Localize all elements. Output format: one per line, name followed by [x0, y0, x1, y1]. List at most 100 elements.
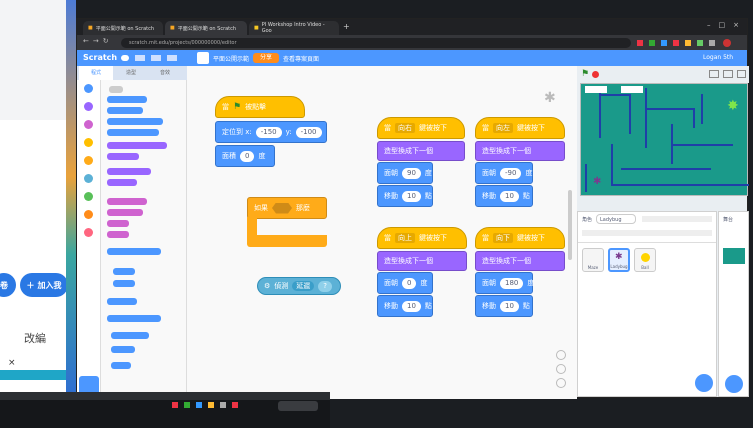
sprite-visibility-size[interactable] [582, 230, 712, 236]
palette-block[interactable] [113, 268, 135, 275]
sprite-thumb-ladybug[interactable]: ✱ Ladybug [608, 248, 630, 272]
steps-input[interactable]: 10 [500, 300, 519, 312]
nav-arrows-icon[interactable]: ←→↻ [83, 37, 113, 45]
green-flag-icon[interactable]: ⚑ [581, 69, 589, 79]
ladybug-sprite[interactable]: ✱ [593, 176, 601, 187]
when-flag-clicked-block[interactable]: 當 ⚑ 被點擊 [215, 96, 305, 118]
sprite-thumb-ball[interactable]: Ball [634, 248, 656, 272]
taskbar-app-icon[interactable] [172, 402, 178, 408]
sprite-coordinates[interactable] [642, 216, 712, 222]
extension-icon[interactable] [685, 40, 691, 46]
palette-block[interactable] [107, 248, 161, 255]
fullscreen-icon[interactable] [737, 70, 746, 78]
taskbar-app-icon[interactable] [232, 402, 238, 408]
zoom-reset-icon[interactable] [556, 378, 566, 388]
tab-sounds[interactable]: 音效 [149, 66, 181, 80]
see-project-page-link[interactable]: 查看專案頁面 [283, 54, 319, 63]
direction-input[interactable]: 0 [240, 150, 255, 162]
add-backdrop-button[interactable] [725, 375, 743, 393]
file-menu[interactable] [135, 55, 145, 61]
when-down-key-block[interactable]: 當向下 鍵被按下 [475, 227, 565, 249]
condition-slot[interactable] [272, 202, 292, 214]
point-direction-block[interactable]: 面朝 90 度 [377, 162, 433, 184]
point-direction-block[interactable]: 面積 0 度 [215, 145, 275, 167]
category-sound[interactable] [84, 120, 93, 129]
large-stage-icon[interactable] [723, 70, 733, 78]
palette-block[interactable] [107, 153, 139, 160]
browser-tab-2[interactable]: ■ 平面公開示範 on Scratch [165, 21, 247, 35]
category-my-blocks[interactable] [84, 228, 93, 237]
point-direction-block[interactable]: 面朝 0 度 [377, 272, 433, 294]
stage[interactable]: ✸ ✱ [580, 83, 749, 196]
next-costume-block[interactable]: 造型換成下一個 [475, 251, 565, 271]
when-up-key-block[interactable]: 當向上 鍵被按下 [377, 227, 467, 249]
steps-input[interactable]: 10 [402, 300, 421, 312]
extension-icon[interactable] [697, 40, 703, 46]
direction-input[interactable]: -90 [500, 167, 522, 179]
category-operators[interactable] [84, 192, 93, 201]
palette-block[interactable] [111, 362, 131, 369]
add-sprite-button[interactable] [695, 374, 713, 392]
category-looks[interactable] [84, 102, 93, 111]
next-costume-block[interactable]: 造型換成下一個 [377, 251, 467, 271]
palette-block[interactable] [107, 96, 147, 103]
x-input[interactable]: -150 [255, 126, 282, 138]
taskbar-app-icon[interactable] [184, 402, 190, 408]
browser-tab-3[interactable]: ■ PI Workshop Intro Video - Goo [249, 21, 339, 35]
y-input[interactable]: -100 [295, 126, 322, 138]
when-right-key-block[interactable]: 當向右 鍵被按下 [377, 117, 465, 139]
direction-input[interactable]: 180 [500, 277, 524, 289]
globe-icon[interactable] [121, 55, 129, 61]
key-dropdown[interactable]: 向上 [395, 233, 415, 243]
category-control[interactable] [84, 156, 93, 165]
key-dropdown[interactable]: 向左 [493, 123, 513, 133]
palette-block[interactable] [107, 168, 151, 175]
profile-avatar[interactable] [723, 39, 731, 47]
palette-block[interactable] [107, 179, 137, 186]
direction-input[interactable]: 0 [402, 277, 417, 289]
palette-block[interactable] [107, 231, 129, 238]
category-motion[interactable] [84, 84, 93, 93]
backdrop-thumbnail[interactable] [723, 248, 745, 264]
zoom-out-icon[interactable] [556, 364, 566, 374]
taskbar-icons[interactable] [172, 402, 272, 410]
user-menu[interactable]: Logan 5th [703, 53, 743, 63]
extension-icon[interactable] [649, 40, 655, 46]
point-direction-block[interactable]: 面朝 180 度 [475, 272, 534, 294]
category-events[interactable] [84, 138, 93, 147]
zoom-in-icon[interactable] [556, 350, 566, 360]
project-title[interactable]: 平面公開示範 [213, 54, 249, 63]
palette-block[interactable] [107, 298, 137, 305]
tab-costumes[interactable]: 造型 [115, 66, 147, 80]
window-controls-icon[interactable]: –□× [707, 21, 747, 29]
extension-icon[interactable] [637, 40, 643, 46]
tutorials-menu[interactable] [167, 55, 177, 61]
palette-block[interactable] [107, 209, 143, 216]
go-to-xy-block[interactable]: 定位到 x: -150 y: -100 [215, 121, 327, 143]
palette-block[interactable] [107, 198, 147, 205]
steps-input[interactable]: 10 [500, 190, 519, 202]
steps-input[interactable]: 10 [402, 190, 421, 202]
url-input[interactable]: scratch.mit.edu/projects/000000000/edito… [121, 38, 631, 48]
join-button[interactable]: ＋加入我 [20, 273, 68, 297]
palette-block[interactable] [107, 129, 159, 136]
move-steps-block[interactable]: 移動 10 點 [377, 295, 433, 317]
move-steps-block[interactable]: 移動 10 點 [475, 295, 533, 317]
extension-icon[interactable] [661, 40, 667, 46]
direction-input[interactable]: 90 [402, 167, 421, 179]
category-sensing[interactable] [84, 174, 93, 183]
edit-menu[interactable] [151, 55, 161, 61]
taskbar-app-icon[interactable] [208, 402, 214, 408]
extension-icon[interactable] [709, 40, 715, 46]
key-dropdown[interactable]: 向下 [493, 233, 513, 243]
palette-block[interactable] [107, 107, 143, 114]
when-left-key-block[interactable]: 當向左 鍵被按下 [475, 117, 565, 139]
palette-block[interactable] [111, 332, 149, 339]
sprite-thumb-maze[interactable]: Maze [582, 248, 604, 272]
taskbar-app-icon[interactable] [220, 402, 226, 408]
small-stage-icon[interactable] [709, 70, 719, 78]
script-scrollbar[interactable] [568, 190, 572, 260]
if-then-block[interactable]: 如果 那麼 [247, 197, 327, 219]
palette-block[interactable] [111, 346, 135, 353]
left-button[interactable]: 卷 [0, 273, 16, 297]
